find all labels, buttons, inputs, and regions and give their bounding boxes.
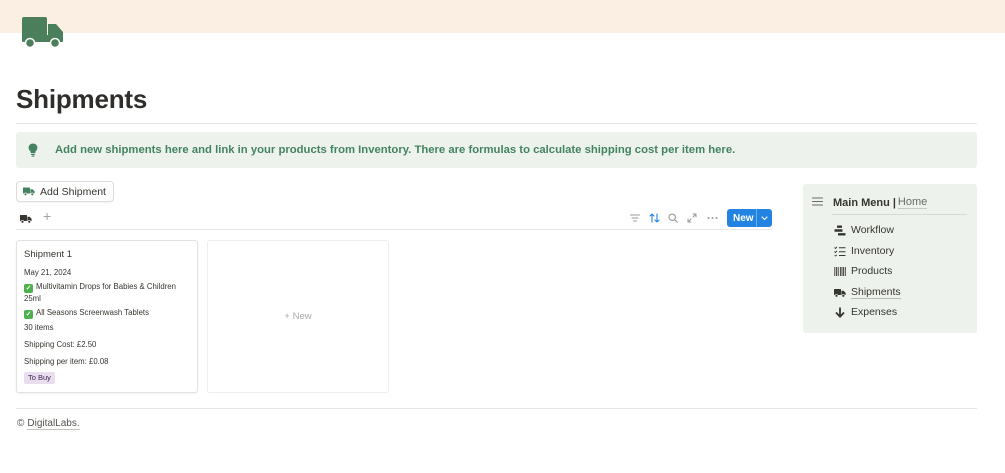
more-icon[interactable] xyxy=(706,212,718,224)
hamburger-icon xyxy=(811,196,824,209)
card-date: May 21, 2024 xyxy=(24,268,72,277)
truck-icon[interactable] xyxy=(20,15,66,51)
footer-divider xyxy=(16,408,977,409)
add-shipment-label: Add Shipment xyxy=(40,185,106,198)
checklist-icon xyxy=(833,245,846,257)
menu-item-shipments[interactable]: Shipments xyxy=(833,286,901,299)
filter-icon[interactable] xyxy=(629,212,641,224)
page-title: Shipments xyxy=(16,84,148,114)
info-callout: Add new shipments here and link in your … xyxy=(16,132,977,168)
card-product-link[interactable]: ✓ All Seasons Screenwash Tablets xyxy=(24,307,149,319)
menu-item-products[interactable]: Products xyxy=(833,265,892,277)
card-title: Shipment 1 xyxy=(24,249,73,260)
menu-item-expenses[interactable]: Expenses xyxy=(833,306,897,318)
new-card-placeholder[interactable]: + New xyxy=(207,240,389,393)
page-cover xyxy=(0,0,1005,33)
new-button-label: New xyxy=(733,212,754,224)
menu-divider xyxy=(832,214,967,215)
search-icon[interactable] xyxy=(667,212,679,224)
arrow-down-icon xyxy=(833,306,846,318)
new-button[interactable]: New xyxy=(727,209,772,227)
menu-item-label: Workflow xyxy=(851,224,894,236)
sort-icon[interactable] xyxy=(648,212,660,224)
truck-icon xyxy=(23,187,35,196)
menu-separator: | xyxy=(892,196,896,209)
menu-header: Main Menu | Home xyxy=(811,196,928,209)
expand-icon[interactable] xyxy=(686,212,698,224)
add-view-button[interactable]: + xyxy=(43,208,51,224)
copyright-symbol: © xyxy=(17,418,25,429)
card-items-count: 30 items xyxy=(24,323,54,332)
card-shipping-cost: Shipping Cost: £2.50 xyxy=(24,340,97,349)
home-link[interactable]: Home xyxy=(897,196,928,209)
board-view-tab[interactable] xyxy=(20,211,32,224)
check-icon: ✓ xyxy=(24,310,33,319)
view-divider xyxy=(16,229,772,230)
menu-item-workflow[interactable]: Workflow xyxy=(833,224,894,236)
product-name: All Seasons Screenwash Tablets xyxy=(36,308,149,317)
chevron-down-icon[interactable] xyxy=(757,215,772,221)
callout-text: Add new shipments here and link in your … xyxy=(55,144,736,156)
lightbulb-icon xyxy=(26,142,40,158)
card-shipping-per-item: Shipping per item: £0.08 xyxy=(24,357,109,366)
footer: © DigitalLabs. xyxy=(17,418,80,430)
menu-item-label: Shipments xyxy=(851,286,901,299)
workflow-icon xyxy=(833,224,846,236)
add-shipment-button[interactable]: Add Shipment xyxy=(16,181,114,202)
truck-icon xyxy=(20,215,32,224)
menu-item-label: Expenses xyxy=(851,306,898,318)
card-product-link[interactable]: ✓ Multivitamin Drops for Babies & Childre… xyxy=(24,281,192,304)
status-badge: To Buy xyxy=(24,372,55,384)
main-menu-panel: Main Menu | Home Workflow Inventory Prod… xyxy=(803,184,977,333)
title-divider xyxy=(16,123,977,124)
shipment-card[interactable]: Shipment 1 May 21, 2024 ✓ Multivitamin Dr… xyxy=(16,240,198,393)
menu-item-label: Products xyxy=(851,265,893,277)
new-card-label: + New xyxy=(284,311,312,322)
brand-link[interactable]: DigitalLabs. xyxy=(27,418,80,430)
menu-item-label: Inventory xyxy=(851,245,895,257)
product-name: Multivitamin Drops for Babies & Children… xyxy=(24,282,176,303)
barcode-icon xyxy=(833,265,846,277)
menu-title: Main Menu xyxy=(833,196,890,209)
check-icon: ✓ xyxy=(24,284,33,293)
menu-item-inventory[interactable]: Inventory xyxy=(833,245,894,257)
truck-icon xyxy=(833,287,846,299)
